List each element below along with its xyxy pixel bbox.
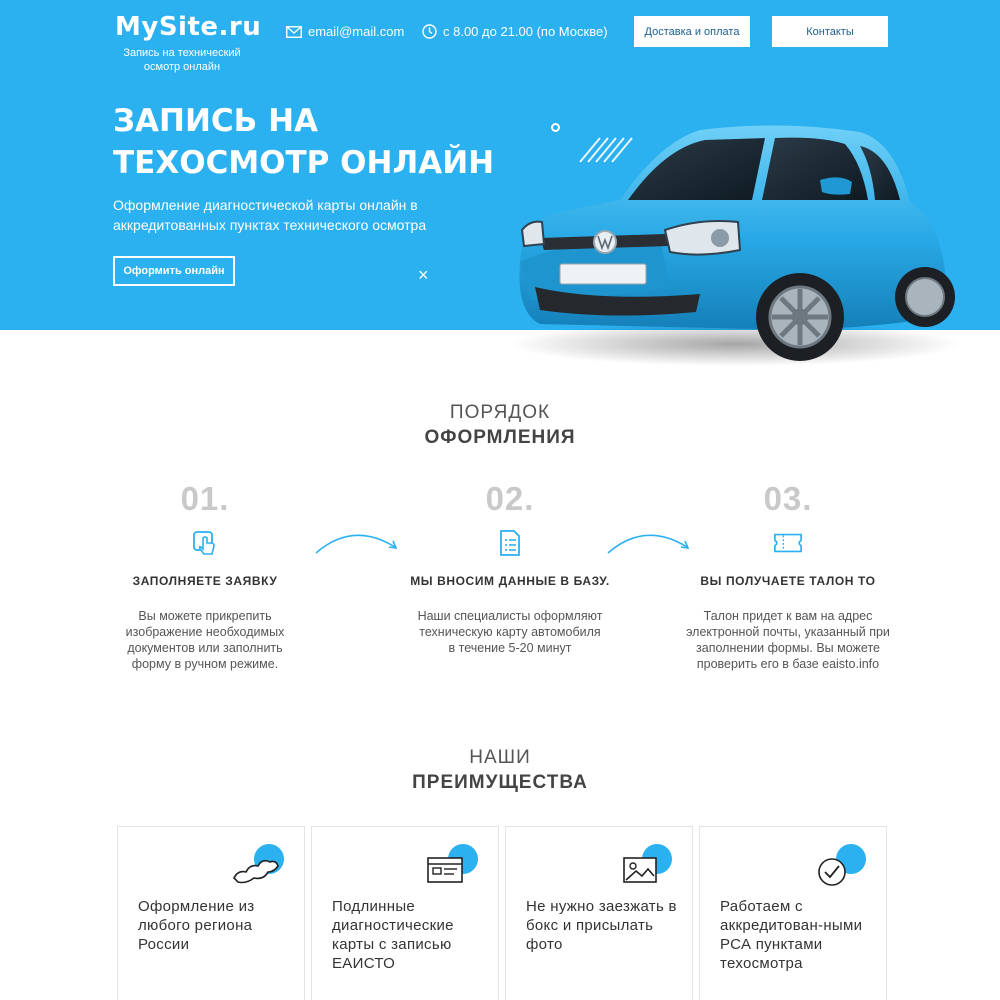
- hours-contact: с 8.00 до 21.00 (по Москве): [422, 24, 608, 39]
- benefit-card: Не нужно заезжать в бокс и присылать фот…: [505, 826, 693, 1000]
- steps-heading-bold: ОФОРМЛЕНИЯ: [424, 427, 576, 448]
- benefit-text: Оформление из любого региона России: [138, 898, 255, 953]
- touch-form-icon: [190, 528, 220, 558]
- hours-text: с 8.00 до 21.00 (по Москве): [443, 24, 608, 39]
- step-2: 02. МЫ ВНОСИМ ДАННЫЕ В БАЗУ. Наши специа…: [390, 480, 630, 656]
- email-text: email@mail.com: [308, 24, 405, 39]
- step-1: 01. ЗАПОЛНЯЕТЕ ЗАЯВКУ Вы можете прикрепи…: [85, 480, 325, 672]
- delivery-button[interactable]: Доставка и оплата: [634, 16, 750, 47]
- hero-title: ЗАПИСЬ НА ТЕХОСМОТР ОНЛАЙН: [113, 103, 495, 181]
- email-contact[interactable]: email@mail.com: [286, 24, 404, 39]
- contacts-button[interactable]: Контакты: [772, 16, 888, 47]
- step-title: ВЫ ПОЛУЧАЕТЕ ТАЛОН ТО: [700, 574, 876, 588]
- logo-tagline: Запись на технический осмотр онлайн: [123, 47, 241, 73]
- id-card-icon: [420, 844, 480, 894]
- step-number: 02.: [485, 480, 535, 517]
- step-description: Наши специалисты оформляют техническую к…: [417, 609, 603, 655]
- envelope-icon: [286, 25, 302, 38]
- step-description: Талон придет к вам на адрес электронной …: [686, 609, 890, 671]
- benefits-heading-bold: ПРЕИМУЩЕСТВА: [412, 772, 588, 793]
- benefit-card: Оформление из любого региона России: [117, 826, 305, 1000]
- step-description: Вы можете прикрепить изображение необход…: [125, 609, 285, 671]
- photo-icon: [614, 844, 674, 894]
- step-title: ЗАПОЛНЯЕТЕ ЗАЯВКУ: [132, 574, 278, 588]
- benefit-text: Подлинные диагностические карты с запись…: [332, 898, 454, 972]
- site-logo[interactable]: MySite.ru: [115, 12, 261, 42]
- benefit-card: Подлинные диагностические карты с запись…: [311, 826, 499, 1000]
- document-list-icon: [495, 528, 525, 558]
- step-number: 03.: [763, 480, 813, 517]
- decor-cross: ×: [418, 265, 429, 285]
- step-title: МЫ ВНОСИМ ДАННЫЕ В БАЗУ.: [410, 574, 610, 588]
- order-online-button[interactable]: Оформить онлайн: [113, 256, 235, 286]
- benefit-text: Не нужно заезжать в бокс и присылать фот…: [526, 898, 677, 953]
- hero-subtitle: Оформление диагностической карты онлайн …: [113, 197, 427, 233]
- steps-heading-light: ПОРЯДОК: [449, 402, 551, 423]
- benefit-text: Работаем с аккредитован-ными РСА пунктам…: [720, 898, 863, 972]
- benefits-heading-light: НАШИ: [469, 747, 531, 768]
- check-circle-icon: [808, 844, 868, 894]
- step-number: 01.: [180, 480, 230, 517]
- ticket-icon: [773, 528, 803, 558]
- benefit-card: Работаем с аккредитован-ными РСА пунктам…: [699, 826, 887, 1000]
- clock-icon: [422, 24, 437, 39]
- russia-map-icon: [226, 844, 286, 894]
- car-image: [510, 125, 960, 366]
- step-3: 03. ВЫ ПОЛУЧАЕТЕ ТАЛОН ТО Талон придет к…: [668, 480, 908, 672]
